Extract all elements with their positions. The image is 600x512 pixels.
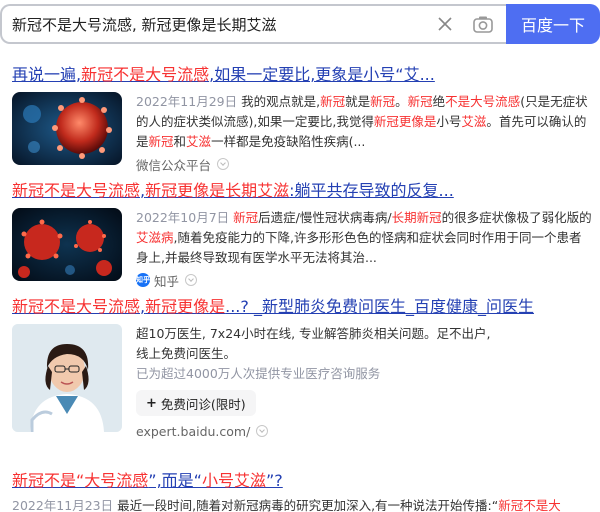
highlighted-text: 小号艾滋 <box>201 471 266 490</box>
ad-line-2: 线上免费问医生。 <box>136 346 237 361</box>
highlighted-text: 新冠不是大号流感 <box>12 181 141 200</box>
verified-icon <box>185 274 198 286</box>
highlighted-text: 新冠 <box>320 94 346 109</box>
text-segment: ,如果一定要比,更象是小号“艾... <box>209 65 435 84</box>
search-result: 新冠不是“大号流感”,而是“小号艾滋”? 2022年11月23日 最近一段时间,… <box>12 470 592 512</box>
source-label: expert.baidu.com/ <box>136 423 251 439</box>
highlighted-text: 新冠更像是 <box>373 114 437 129</box>
result-snippet: 2022年10月7日 新冠后遗症/慢性冠状病毒病/长期新冠的很多症状像极了弱化版… <box>136 208 592 268</box>
free-consult-button[interactable]: + 免费问诊(限时) <box>136 390 256 416</box>
text-segment: ,随着免疫能力的下降,许多形形色色的怪病和症状会同时作用于同一个患者身上,并最终… <box>136 230 582 265</box>
result-date: 2022年11月23日 <box>12 498 114 512</box>
source-label: 微信公众平台 <box>136 157 212 173</box>
result-title-link[interactable]: 再说一遍,新冠不是大号流感,如果一定要比,更象是小号“艾... <box>12 64 592 86</box>
result-thumbnail[interactable] <box>12 92 122 165</box>
result-snippet: 2022年11月29日 我的观点就是,新冠就是新冠。新冠绝不是大号流感(只是无症… <box>136 92 592 152</box>
result-snippet: 2022年11月23日 最近一段时间,随着对新冠病毒的研究更加深入,有一种说法开… <box>12 496 592 512</box>
search-result: 再说一遍,新冠不是大号流感,如果一定要比,更象是小号“艾... 2022年11月… <box>12 64 592 173</box>
search-button[interactable]: 百度一下 <box>506 4 600 44</box>
doctor-image[interactable] <box>12 324 122 432</box>
highlighted-text: 长期新冠 <box>391 210 442 225</box>
result-title-link[interactable]: 新冠不是大号流感,新冠更像是...? _新型肺炎免费问医生_百度健康_问医生 <box>12 296 592 318</box>
result-body: 2022年11月29日 我的观点就是,新冠就是新冠。新冠绝不是大号流感(只是无症… <box>12 92 592 173</box>
result-title-link[interactable]: 新冠不是大号流感,新冠更像是长期艾滋:躺平共存导致的反复... <box>12 180 592 202</box>
search-bar: 百度一下 <box>0 4 600 44</box>
clear-icon[interactable] <box>434 13 456 35</box>
text-segment: 和 <box>173 134 187 149</box>
text-segment: 最近一段时间,随着对新冠病毒的研究更加深入,有一种说法开始传播:“ <box>113 498 499 512</box>
search-box <box>0 4 506 44</box>
result-source[interactable]: expert.baidu.com/ <box>136 422 592 440</box>
result-title-link[interactable]: 新冠不是“大号流感”,而是“小号艾滋”? <box>12 470 592 492</box>
highlighted-text: 新冠不是大 <box>498 498 561 512</box>
search-result: 新冠不是大号流感,新冠更像是...? _新型肺炎免费问医生_百度健康_问医生 超… <box>12 296 592 440</box>
result-thumbnail[interactable] <box>12 208 122 281</box>
text-segment: 一样都是免疫缺陷性疾病(... <box>211 134 366 149</box>
text-segment: 我的观点就是, <box>237 94 321 109</box>
text-segment: ”,而是“ <box>148 471 202 490</box>
highlighted-text: 新冠 <box>233 210 259 225</box>
result-body: 2022年10月7日 新冠后遗症/慢性冠状病毒病/长期新冠的很多症状像极了弱化版… <box>12 208 592 289</box>
highlighted-text: 新冠更像是长期艾滋 <box>145 181 290 200</box>
consult-label: 免费问诊(限时) <box>160 396 246 412</box>
highlighted-text: 新冠不是“大号流感 <box>12 471 149 490</box>
verified-icon <box>256 425 269 437</box>
ad-description: 超10万医生, 7x24小时在线, 专业解答肺炎相关问题。足不出户, 线上免费问… <box>136 324 592 384</box>
text-segment: ”? <box>265 471 283 490</box>
text-segment: 后遗症/慢性冠状病毒病/ <box>258 210 392 225</box>
result-source[interactable]: 知乎 知乎 <box>136 271 592 289</box>
result-date: 2022年10月7日 <box>136 210 230 225</box>
highlighted-text: 艾滋 <box>461 114 487 129</box>
text-segment: :躺平共存导致的反复... <box>289 181 454 200</box>
text-segment: ...? _新型肺炎免费问医生_百度健康_问医生 <box>225 297 534 316</box>
zhihu-logo-icon: 知乎 <box>136 273 150 287</box>
snippet-text: 最近一段时间,随着对新冠病毒的研究更加深入,有一种说法开始传播:“新冠不是大 <box>113 498 561 512</box>
result-source[interactable]: 微信公众平台 <box>136 155 592 173</box>
highlighted-text: 新冠 <box>407 94 433 109</box>
highlighted-text: 新冠不是大号流感 <box>12 297 141 316</box>
highlighted-text: 新冠 <box>370 94 396 109</box>
text-segment: 就是 <box>345 94 371 109</box>
result-date: 2022年11月29日 <box>136 94 238 109</box>
search-result: 新冠不是大号流感,新冠更像是长期艾滋:躺平共存导致的反复... 2022年10月… <box>12 180 592 289</box>
highlighted-text: 新冠 <box>148 134 174 149</box>
ad-line-1: 超10万医生, 7x24小时在线, 专业解答肺炎相关问题。足不出户, <box>136 326 491 341</box>
verified-icon <box>217 158 230 170</box>
highlighted-text: 艾滋 <box>186 134 212 149</box>
highlighted-text: 新冠更像是 <box>145 297 226 316</box>
text-segment: 。 <box>395 94 408 109</box>
result-body: 2022年11月23日 最近一段时间,随着对新冠病毒的研究更加深入,有一种说法开… <box>0 496 592 512</box>
text-segment: 小号 <box>436 114 462 129</box>
ad-stat: 已为超过4000万人次提供专业医疗咨询服务 <box>136 366 381 381</box>
highlighted-text: 不是大号流感 <box>445 94 521 109</box>
text-segment: 再说一遍, <box>12 65 82 84</box>
plus-icon: + <box>146 395 157 411</box>
highlighted-text: 艾滋病 <box>136 230 174 245</box>
source-label: 知乎 <box>154 273 180 289</box>
text-segment: 绝 <box>432 94 446 109</box>
highlighted-text: 新冠不是大号流感 <box>81 65 210 84</box>
result-body: 超10万医生, 7x24小时在线, 专业解答肺炎相关问题。足不出户, 线上免费问… <box>12 324 592 440</box>
camera-icon[interactable] <box>472 14 494 36</box>
search-input[interactable] <box>12 6 422 42</box>
text-segment: 的很多症状像极了弱化版的 <box>441 210 592 225</box>
